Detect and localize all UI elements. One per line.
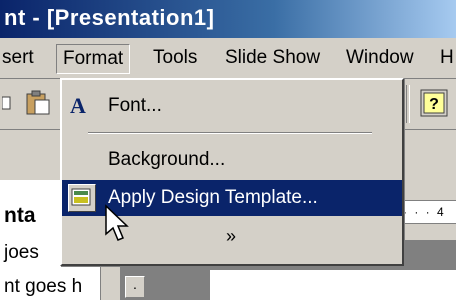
- menu-help[interactable]: H: [440, 44, 454, 72]
- expand-menu-chevron-icon[interactable]: »: [226, 226, 236, 247]
- design-template-icon: [68, 184, 96, 212]
- menu-item-label: Apply Design Template...: [108, 187, 318, 208]
- menu-item-label: Font...: [108, 95, 162, 116]
- menubar: sert Format Tools Slide Show Window H: [0, 38, 456, 79]
- window-title: nt - [Presentation1]: [4, 5, 215, 30]
- slide-canvas[interactable]: [210, 270, 456, 300]
- menu-insert[interactable]: sert: [2, 44, 34, 72]
- outline-line: joes: [4, 242, 39, 263]
- menu-separator: [88, 132, 372, 134]
- mouse-cursor-icon: [105, 204, 129, 241]
- view-button[interactable]: ·: [125, 276, 145, 298]
- toolbar-icon-partial[interactable]: [2, 93, 12, 113]
- paste-icon[interactable]: [24, 89, 52, 117]
- window-titlebar: nt - [Presentation1]: [0, 0, 456, 38]
- svg-text:?: ?: [429, 96, 439, 113]
- help-question-icon[interactable]: ?: [420, 89, 448, 117]
- menu-window[interactable]: Window: [346, 44, 414, 72]
- ruler-box: · · · 4: [402, 200, 456, 224]
- menu-item-label: Background...: [108, 149, 226, 170]
- outline-line: nta: [4, 204, 36, 227]
- toolbar-divider: [406, 85, 410, 123]
- outline-line: nt goes h: [4, 276, 83, 297]
- menu-tools[interactable]: Tools: [153, 44, 197, 72]
- menu-item-background[interactable]: Background...: [62, 142, 402, 178]
- menu-format[interactable]: Format: [56, 44, 131, 74]
- menu-slide-show[interactable]: Slide Show: [225, 44, 320, 72]
- menu-item-font[interactable]: A Font...: [62, 88, 402, 124]
- font-a-icon: A: [70, 93, 86, 118]
